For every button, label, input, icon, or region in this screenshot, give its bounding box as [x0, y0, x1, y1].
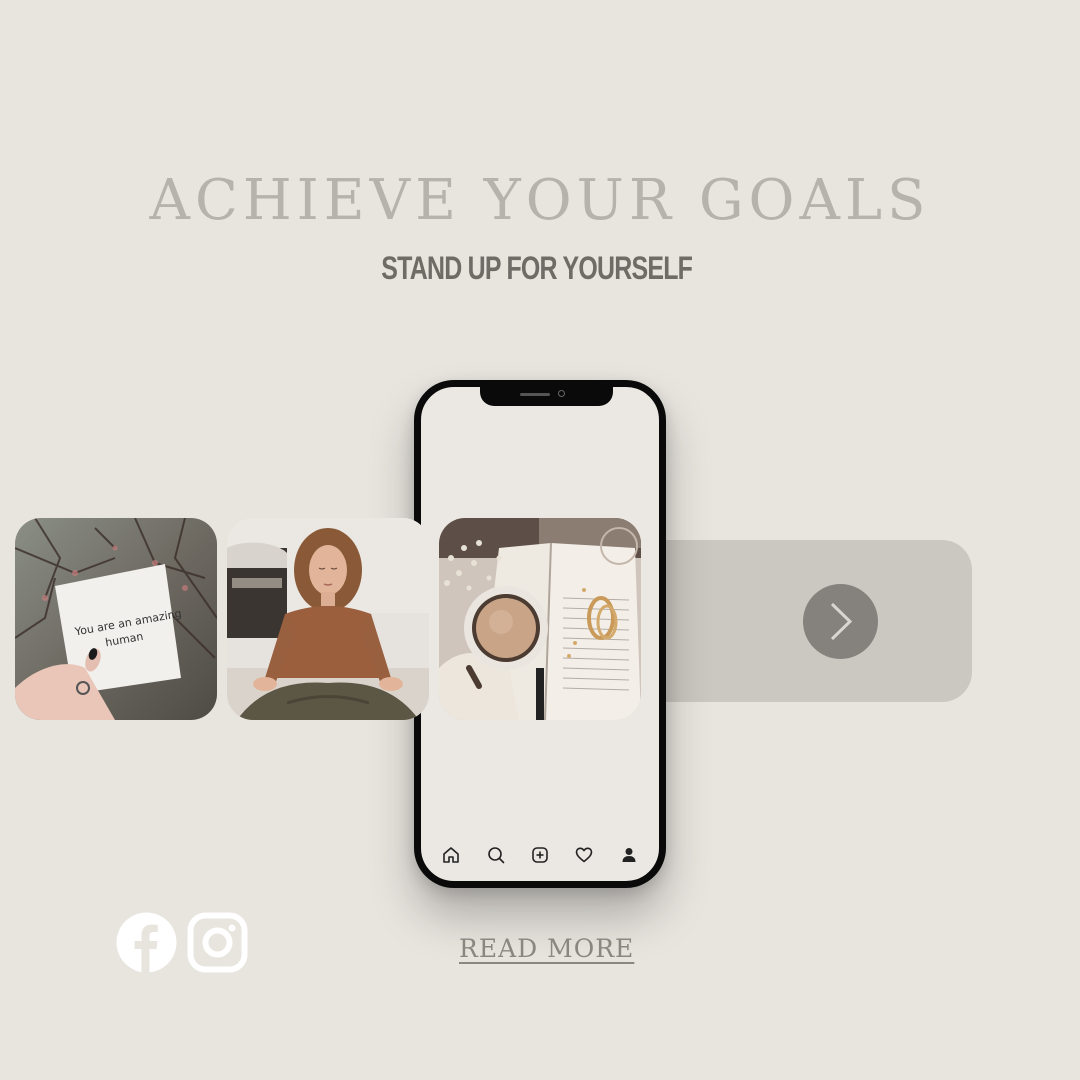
- add-post-icon: [532, 847, 548, 863]
- nav-home-button[interactable]: [438, 842, 464, 868]
- instagram-link[interactable]: [187, 912, 248, 973]
- note-photo-image: You are an amazing human: [15, 518, 217, 720]
- instagram-icon: [187, 912, 248, 973]
- social-links: [116, 912, 248, 973]
- meditation-photo-image: [227, 518, 429, 720]
- nav-search-button[interactable]: [483, 842, 509, 868]
- chevron-right-icon: [830, 602, 853, 641]
- facebook-icon: [116, 912, 177, 973]
- phone-notch: [480, 386, 613, 406]
- heart-icon: [576, 847, 593, 863]
- nav-likes-button[interactable]: [571, 842, 597, 868]
- search-icon: [487, 847, 504, 864]
- nav-add-button[interactable]: [527, 842, 553, 868]
- note-photo-tile[interactable]: You are an amazing human: [15, 518, 217, 720]
- page-subtitle: STAND UP FOR YOURSELF: [381, 250, 693, 286]
- home-icon: [443, 847, 459, 863]
- meditation-photo-tile[interactable]: [227, 518, 429, 720]
- phone-bottom-nav: [421, 841, 659, 869]
- next-button[interactable]: [803, 584, 878, 659]
- read-more-link[interactable]: READ MORE: [459, 934, 633, 963]
- nav-profile-button[interactable]: [616, 842, 642, 868]
- profile-icon: [622, 848, 636, 862]
- phone-speaker: [520, 393, 550, 396]
- page-title: ACHIEVE YOUR GOALS: [149, 168, 931, 233]
- phone-camera: [558, 390, 565, 397]
- coffee-book-photo-tile[interactable]: [439, 518, 641, 720]
- facebook-link[interactable]: [116, 912, 177, 973]
- coffee-book-photo-image: [439, 518, 641, 720]
